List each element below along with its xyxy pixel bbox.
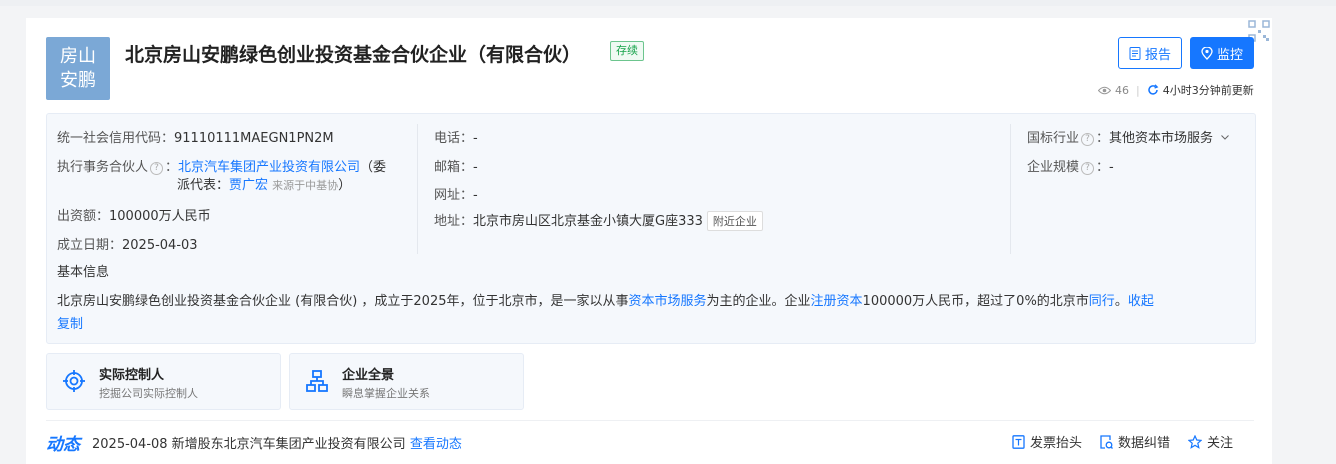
address-value: 北京市房山区北京基金小镇大厦G座333	[473, 214, 703, 229]
dynamics-item: 2025-04-08 新增股东北京汽车集团产业投资有限公司 查看动态	[92, 433, 462, 452]
peers-link[interactable]: 同行	[1089, 294, 1115, 309]
nearby-companies-button[interactable]: 附近企业	[706, 211, 763, 231]
company-name: 北京房山安鹏绿色创业投资基金合伙企业（有限合伙）	[125, 44, 582, 66]
description-line2: 复制	[57, 313, 83, 332]
invoice-icon	[1012, 434, 1025, 449]
document-icon	[1129, 46, 1141, 60]
description-line1: 北京房山安鹏绿色创业投资基金合伙企业 (有限合伙) ，成立于2025年，位于北京…	[57, 290, 1154, 309]
partner-source: 来源于中基协	[272, 179, 339, 192]
capital-row: 出资额：100000万人民币	[57, 205, 211, 224]
desc-text: 。	[1114, 294, 1128, 309]
enterprise-overview-tile[interactable]: 企业全景 瞬息掌握企业关系	[289, 353, 524, 410]
logo-line1: 房山	[60, 45, 96, 67]
invoice-title-button[interactable]: 发票抬头	[1012, 432, 1082, 451]
company-header-card: 房山 安鹏 北京房山安鹏绿色创业投资基金合伙企业（有限合伙） 存续 报告 监控	[26, 18, 1272, 464]
copy-link[interactable]: 复制	[57, 317, 83, 332]
eye-icon	[1098, 86, 1111, 94]
email-label: 邮箱：	[434, 160, 474, 175]
credit-code-label: 统一社会信用代码：	[57, 131, 175, 146]
partner-rep-link[interactable]: 贾广宏	[229, 178, 268, 193]
founded-label: 成立日期：	[57, 238, 123, 253]
view-update-meta: 46 | 4小时3分钟前更新	[1098, 82, 1254, 98]
follow-label: 关注	[1207, 436, 1234, 451]
phone-row: 电话：-	[434, 127, 478, 146]
founded-row: 成立日期：2025-04-03	[57, 234, 198, 253]
location-pin-icon	[1201, 46, 1213, 60]
meta-divider: |	[1136, 83, 1140, 97]
tile-title: 实际控制人	[99, 368, 165, 383]
basic-info-title: 基本信息	[57, 265, 110, 280]
phone-label: 电话：	[434, 131, 474, 146]
status-badge: 存续	[610, 41, 644, 61]
info-panel: 统一社会信用代码：91110111MAEGN1PN2M 执行事务合伙人? ：北京汽…	[46, 113, 1256, 344]
view-dynamics-link[interactable]: 查看动态	[410, 437, 462, 452]
scale-row: 企业规模? ：-	[1027, 160, 1114, 175]
industry-link[interactable]: 资本市场服务	[629, 294, 707, 309]
update-time: 4小时3分钟前更新	[1162, 84, 1254, 97]
desc-text: 北京房山安鹏绿色创业投资基金合伙企业 (有限合伙) ，成立于2025年，位于北京…	[57, 294, 629, 309]
company-logo: 房山 安鹏	[46, 37, 110, 100]
column-divider	[417, 124, 418, 254]
actual-controller-tile[interactable]: 实际控制人 挖掘公司实际控制人	[46, 353, 281, 410]
action-bar: 发票抬头 数据纠错 关注	[1012, 432, 1233, 451]
chevron-down-icon[interactable]	[1221, 135, 1230, 140]
registered-capital-link[interactable]: 注册资本	[811, 294, 863, 309]
scale-label: 企业规模	[1027, 160, 1080, 175]
target-icon	[63, 370, 85, 392]
refresh-icon[interactable]	[1147, 84, 1159, 96]
tile-subtitle: 挖掘公司实际控制人	[99, 387, 198, 400]
correction-label: 数据纠错	[1118, 436, 1171, 451]
industry-label: 国标行业	[1027, 131, 1080, 146]
report-button[interactable]: 报告	[1118, 37, 1182, 69]
desc-text: 100000万人民币，超过了0%的北京市	[862, 294, 1089, 309]
capital-label: 出资额：	[57, 209, 110, 224]
column-divider	[1010, 124, 1011, 254]
help-icon[interactable]: ?	[150, 162, 164, 175]
monitor-label: 监控	[1216, 47, 1243, 63]
partner-suffix: （委	[360, 160, 387, 175]
email-row: 邮箱：-	[434, 156, 478, 175]
address-label: 地址：	[434, 214, 474, 229]
website-label: 网址：	[434, 188, 474, 203]
help-icon[interactable]: ?	[1081, 133, 1095, 146]
industry-row: 国标行业? ：其他资本市场服务	[1027, 127, 1230, 146]
partner-label: 执行事务合伙人	[57, 160, 149, 175]
org-chart-icon	[306, 370, 328, 392]
phone-value: -	[473, 131, 478, 146]
help-icon[interactable]: ?	[1081, 162, 1095, 175]
website-row: 网址：-	[434, 184, 478, 203]
email-value: -	[473, 160, 478, 175]
capital-value: 100000万人民币	[109, 209, 211, 224]
star-icon	[1188, 434, 1203, 449]
credit-code-row: 统一社会信用代码：91110111MAEGN1PN2M	[57, 127, 334, 146]
industry-value[interactable]: 其他资本市场服务	[1109, 131, 1213, 146]
follow-button[interactable]: 关注	[1188, 432, 1233, 451]
website-value: -	[473, 188, 478, 203]
address-row: 地址：北京市房山区北京基金小镇大厦G座333 附近企业	[434, 210, 763, 231]
partner-close: ）	[338, 178, 352, 193]
dynamics-label: 动态	[46, 435, 80, 455]
partner-rep-row: 派代表：贾广宏 来源于中基协）	[177, 174, 351, 193]
top-strip	[0, 0, 1336, 6]
credit-code-value: 91110111MAEGN1PN2M	[174, 131, 334, 146]
founded-value: 2025-04-03	[122, 238, 198, 253]
partner-colon: ：	[165, 160, 179, 175]
dynamics-text: 2025-04-08 新增股东北京汽车集团产业投资有限公司	[92, 437, 406, 452]
logo-line2: 安鹏	[60, 69, 96, 91]
scale-value: -	[1109, 160, 1114, 175]
partner-link[interactable]: 北京汽车集团产业投资有限公司	[178, 160, 360, 175]
desc-text: 为主的企业。企业	[706, 294, 811, 309]
data-correction-button[interactable]: 数据纠错	[1100, 432, 1170, 451]
collapse-link[interactable]: 收起	[1128, 294, 1154, 309]
edit-document-icon	[1100, 434, 1113, 449]
view-count: 46	[1115, 83, 1129, 97]
partner-rep-label: 派代表：	[177, 178, 230, 193]
partner-row: 执行事务合伙人? ：北京汽车集团产业投资有限公司（委	[57, 156, 386, 175]
monitor-button[interactable]: 监控	[1190, 37, 1254, 69]
tile-title: 企业全景	[342, 368, 395, 383]
tile-subtitle: 瞬息掌握企业关系	[342, 387, 430, 400]
report-label: 报告	[1144, 47, 1171, 63]
invoice-label: 发票抬头	[1030, 436, 1083, 451]
divider	[46, 420, 1254, 421]
